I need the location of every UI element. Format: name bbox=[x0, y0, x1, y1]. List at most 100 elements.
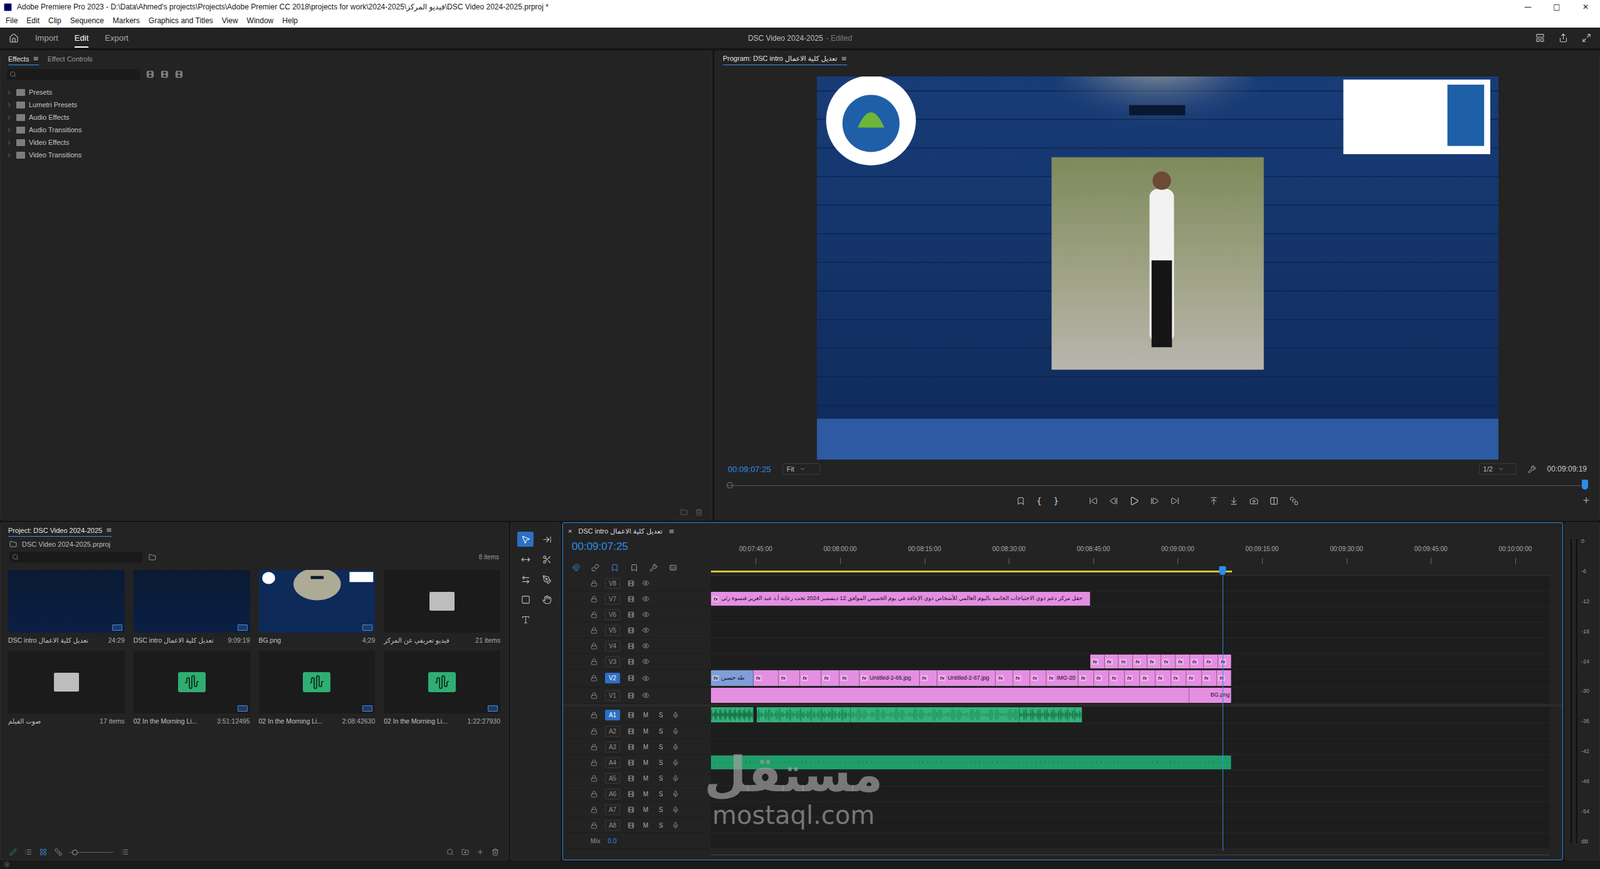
sync-lock-icon[interactable] bbox=[627, 611, 635, 619]
tool-button[interactable] bbox=[538, 551, 555, 567]
mic-icon[interactable] bbox=[672, 759, 679, 767]
mute-button[interactable]: M bbox=[642, 711, 650, 719]
solo-button[interactable]: S bbox=[657, 790, 665, 798]
clip-segment[interactable]: fx bbox=[1078, 670, 1095, 686]
project-item[interactable]: 02 In the Morning Li...3:51:12495 bbox=[133, 650, 251, 726]
track-label[interactable]: V3 bbox=[605, 656, 621, 668]
fullscreen-icon[interactable] bbox=[1581, 33, 1592, 43]
clip-segment[interactable]: fx bbox=[1171, 670, 1187, 686]
clip-segment[interactable]: fx bbox=[1147, 654, 1162, 669]
clip-segment[interactable] bbox=[850, 707, 1021, 723]
mute-button[interactable]: M bbox=[642, 743, 650, 751]
find-icon[interactable] bbox=[148, 553, 157, 562]
mic-icon[interactable] bbox=[672, 790, 679, 798]
close-tab[interactable]: × bbox=[568, 527, 572, 535]
effects-folder[interactable]: Video Transitions bbox=[5, 148, 707, 162]
new-item-icon[interactable] bbox=[476, 848, 485, 856]
track-label[interactable]: V8 bbox=[605, 578, 621, 589]
tool-button[interactable] bbox=[538, 531, 555, 547]
track-lane[interactable] bbox=[710, 575, 1550, 592]
track-label[interactable]: V7 bbox=[605, 593, 621, 605]
tool-button[interactable] bbox=[538, 591, 555, 607]
home-icon[interactable] bbox=[8, 33, 19, 44]
sync-lock-icon[interactable] bbox=[627, 579, 635, 587]
yuv-effects-icon[interactable] bbox=[174, 70, 184, 79]
extract-icon[interactable] bbox=[1229, 496, 1239, 506]
mute-button[interactable]: M bbox=[642, 806, 650, 814]
solo-button[interactable]: S bbox=[657, 774, 665, 782]
wrench-icon[interactable] bbox=[1527, 465, 1537, 474]
track-label[interactable]: A4 bbox=[605, 757, 621, 769]
lock-icon[interactable] bbox=[590, 579, 598, 587]
menu-item[interactable]: Edit bbox=[21, 15, 44, 27]
track-lane[interactable]: fxطه حسينfxfxfxfxfxfxUntitled-2-66.jpgfx… bbox=[710, 669, 1550, 688]
lock-icon[interactable] bbox=[590, 692, 598, 700]
sync-lock-icon[interactable] bbox=[627, 821, 635, 829]
clip-segment[interactable]: fx bbox=[1124, 670, 1141, 686]
eye-icon[interactable] bbox=[642, 626, 650, 634]
find-icon[interactable] bbox=[446, 848, 454, 856]
effects-folder[interactable]: Lumetri Presets bbox=[5, 98, 707, 111]
clip-segment[interactable]: fx bbox=[995, 670, 1013, 686]
eye-icon[interactable] bbox=[642, 674, 650, 683]
playhead-line[interactable] bbox=[1222, 575, 1224, 851]
track-label[interactable]: V4 bbox=[605, 640, 621, 652]
panel-tab[interactable]: Program: DSC intro تعديل كلية الاعمال≡ bbox=[722, 52, 848, 66]
tool-button[interactable] bbox=[517, 591, 534, 607]
sync-lock-icon[interactable] bbox=[627, 642, 635, 650]
track-lane[interactable] bbox=[710, 801, 1550, 818]
panel-menu[interactable]: ≡ bbox=[668, 527, 675, 536]
clip-segment[interactable]: fxUntitled-2-66.jpg bbox=[859, 670, 920, 686]
video-clip[interactable]: fxحفل مركز دعم ذوي الاحتياجات الخاصة بال… bbox=[710, 591, 1091, 606]
panel-tab[interactable]: Effects≡ bbox=[8, 52, 39, 66]
new-bin-icon[interactable] bbox=[680, 508, 688, 516]
chevron-icon[interactable] bbox=[5, 126, 13, 134]
effects-folder[interactable]: Audio Effects bbox=[5, 110, 707, 124]
eye-icon[interactable] bbox=[642, 579, 650, 587]
chevron-icon[interactable] bbox=[5, 139, 13, 147]
clip-segment[interactable]: fx bbox=[1132, 654, 1148, 669]
menu-item[interactable]: Markers bbox=[108, 15, 145, 27]
audio-clip[interactable] bbox=[756, 707, 1083, 723]
track-lane[interactable] bbox=[710, 606, 1550, 623]
add-button-icon[interactable] bbox=[1581, 495, 1591, 505]
clip-segment[interactable]: fx bbox=[753, 670, 779, 686]
sync-lock-icon[interactable] bbox=[627, 806, 635, 814]
mute-button[interactable]: M bbox=[642, 727, 650, 735]
clip-segment[interactable]: fxطه حسين bbox=[710, 670, 754, 686]
chevron-icon[interactable] bbox=[5, 151, 13, 159]
linked-selection-icon[interactable] bbox=[610, 563, 619, 572]
go-to-out-icon[interactable] bbox=[1170, 496, 1180, 506]
time-ruler[interactable]: 00:07:45:0000:08:00:0000:08:15:0000:08:3… bbox=[710, 539, 1550, 576]
type-icon[interactable] bbox=[521, 615, 531, 625]
mark-out-button[interactable]: } bbox=[1053, 495, 1059, 506]
clip-segment[interactable]: BG.png bbox=[1189, 687, 1232, 703]
clip-segment[interactable]: fx bbox=[1109, 670, 1125, 686]
mute-button[interactable]: M bbox=[642, 759, 650, 767]
sort-icon[interactable] bbox=[121, 848, 129, 856]
workspace-tab[interactable]: Import bbox=[35, 28, 59, 48]
video-clip[interactable]: fxfxfxfxfxfxfxfxfxfx bbox=[1090, 654, 1232, 669]
lock-icon[interactable] bbox=[590, 727, 598, 735]
clip-segment[interactable]: fxحفل مركز دعم ذوي الاحتياجات الخاصة بال… bbox=[710, 591, 1091, 606]
snap-icon[interactable] bbox=[591, 563, 600, 572]
timeline-tool[interactable] bbox=[571, 563, 580, 572]
track-lane[interactable]: fxfxfxfxfxfxfxfxfxfx bbox=[710, 653, 1550, 670]
thumbnail-zoom-slider[interactable] bbox=[69, 852, 114, 853]
video-clip[interactable]: BG.png bbox=[710, 687, 1232, 703]
chevron-icon[interactable] bbox=[5, 101, 13, 109]
lock-icon[interactable] bbox=[590, 806, 598, 814]
clip-segment[interactable] bbox=[756, 707, 851, 723]
clip-segment[interactable]: fx bbox=[1094, 670, 1110, 686]
clip-segment[interactable]: fx bbox=[1189, 654, 1205, 669]
sync-lock-icon[interactable] bbox=[627, 790, 635, 798]
clip-segment[interactable] bbox=[1019, 707, 1083, 723]
sync-lock-icon[interactable] bbox=[627, 759, 635, 767]
icon-view-icon[interactable] bbox=[39, 848, 48, 856]
clip-segment[interactable] bbox=[710, 707, 754, 723]
mic-icon[interactable] bbox=[672, 821, 679, 829]
multi-camera-icon[interactable] bbox=[1289, 496, 1299, 506]
timeline-scrollbar[interactable] bbox=[710, 850, 1550, 859]
clip-segment[interactable]: fx bbox=[1201, 670, 1218, 686]
playhead-timecode[interactable]: 00:09:07:25 bbox=[727, 464, 772, 474]
